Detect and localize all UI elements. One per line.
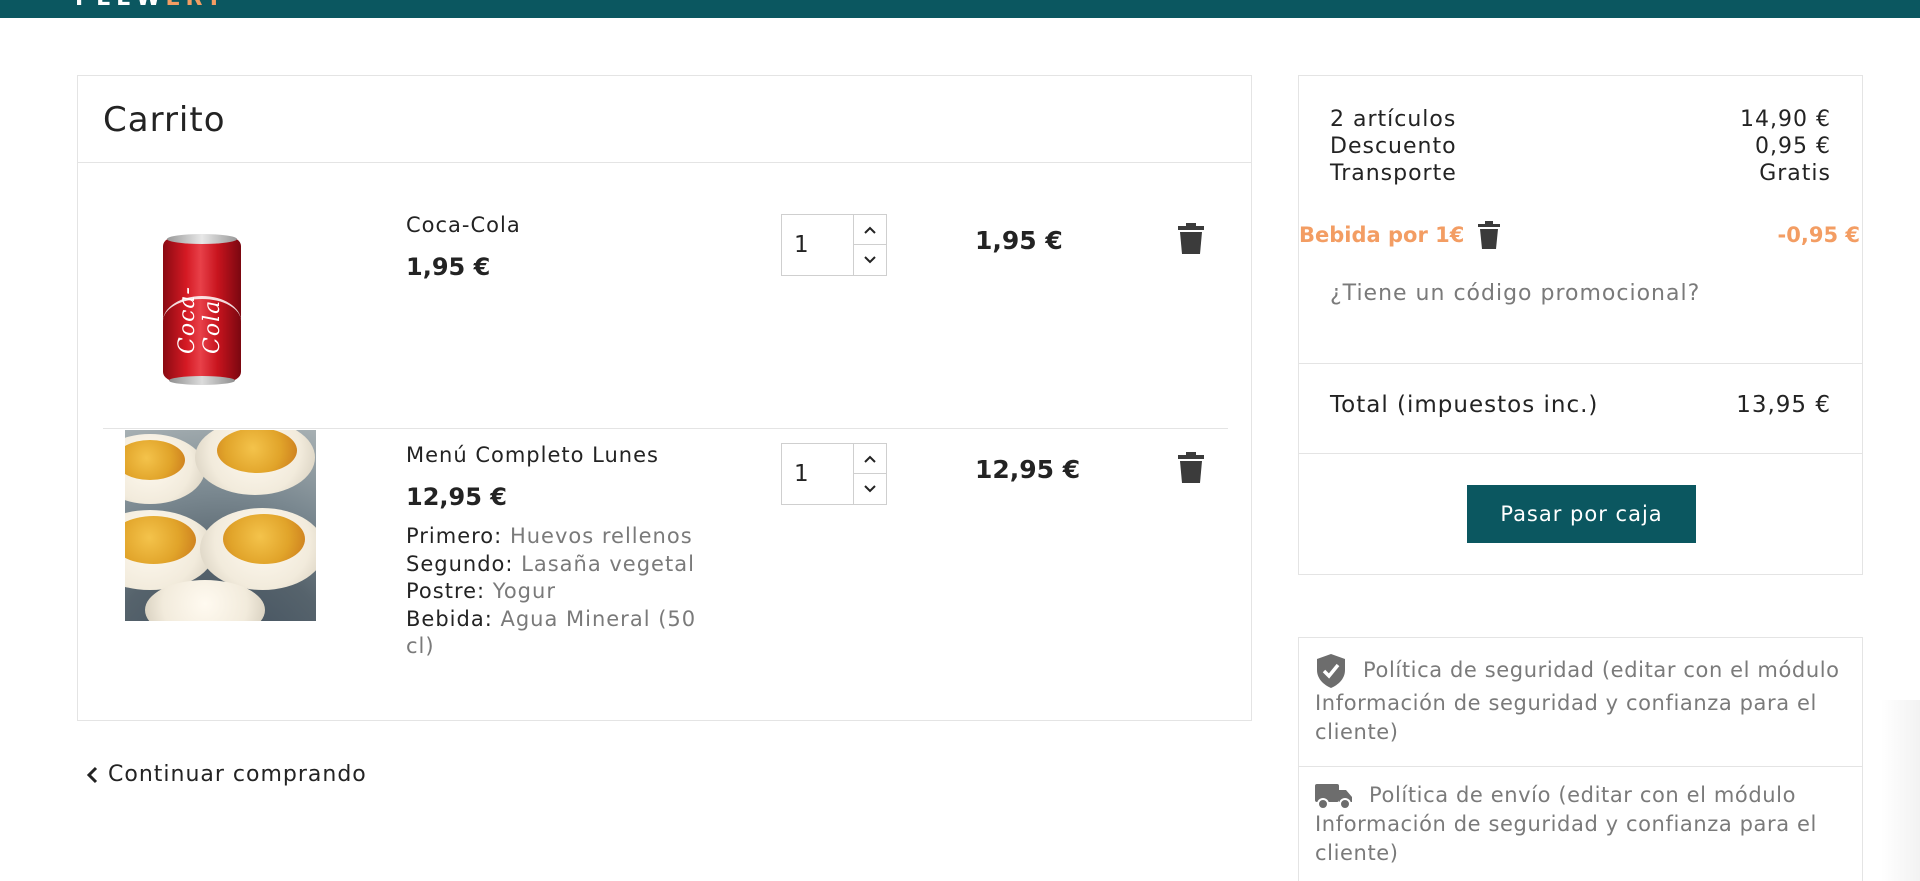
page-edge-shadow bbox=[1880, 700, 1920, 881]
product-image-menu[interactable] bbox=[125, 430, 316, 621]
continue-shopping-link[interactable]: Continuar comprando bbox=[86, 762, 367, 787]
top-header-bar: PEEWERT bbox=[0, 0, 1920, 18]
quantity-input[interactable] bbox=[782, 215, 854, 275]
summary-discount-value: 0,95 € bbox=[1755, 134, 1831, 159]
security-policy-item: Política de seguridad (editar con el mód… bbox=[1315, 653, 1846, 747]
shipping-policy-item: Política de envío (editar con el módulo … bbox=[1315, 783, 1817, 865]
product-image-coca-cola[interactable]: Coca-Cola bbox=[125, 202, 316, 393]
product-attributes: Primero: Huevos rellenos Segundo: Lasaña… bbox=[406, 523, 716, 661]
quantity-stepper[interactable] bbox=[781, 214, 887, 276]
attribute-row: Segundo: Lasaña vegetal bbox=[406, 551, 695, 576]
deviled-eggs-image bbox=[125, 430, 316, 621]
quantity-increase-button[interactable] bbox=[854, 444, 886, 474]
quantity-input[interactable] bbox=[782, 444, 854, 504]
summary-shipping-value: Gratis bbox=[1759, 161, 1831, 186]
continue-shopping-label: Continuar comprando bbox=[108, 762, 367, 787]
voucher-value: -0,95 € bbox=[1777, 223, 1860, 247]
summary-items-row: 2 artículos 14,90 € bbox=[1330, 107, 1831, 132]
voucher-name: Bebida por 1€ bbox=[1299, 223, 1465, 247]
quantity-decrease-button[interactable] bbox=[854, 245, 886, 275]
product-name[interactable]: Coca-Cola bbox=[406, 213, 521, 237]
promo-code-link[interactable]: ¿Tiene un código promocional? bbox=[1330, 281, 1700, 306]
cart-line-item: Menú Completo Lunes 12,95 € Primero: Hue… bbox=[78, 406, 1251, 722]
product-name[interactable]: Menú Completo Lunes bbox=[406, 443, 659, 467]
summary-divider bbox=[1299, 453, 1862, 454]
summary-items-value: 14,90 € bbox=[1740, 107, 1831, 132]
summary-total-value: 13,95 € bbox=[1736, 392, 1831, 418]
summary-discount-label: Descuento bbox=[1330, 134, 1457, 159]
attribute-row: Postre: Yogur bbox=[406, 579, 556, 603]
chevron-down-icon bbox=[864, 256, 876, 264]
cart-title: Carrito bbox=[103, 100, 226, 140]
remove-voucher-trash-icon[interactable] bbox=[1478, 221, 1501, 249]
checkout-button[interactable]: Pasar por caja bbox=[1467, 485, 1696, 543]
truck-icon bbox=[1315, 784, 1352, 810]
cart-panel: Carrito Coca-Cola Coca-Cola 1,95 € 1,95 … bbox=[77, 75, 1252, 721]
logo[interactable]: PEEWERT bbox=[75, 0, 226, 11]
applied-voucher-row: Bebida por 1€ -0,95 € bbox=[1299, 221, 1862, 249]
delete-trash-icon[interactable] bbox=[1178, 223, 1204, 255]
summary-shipping-label: Transporte bbox=[1330, 161, 1457, 186]
coca-cola-can-image: Coca-Cola bbox=[163, 234, 241, 385]
chevron-left-icon bbox=[86, 766, 98, 783]
quantity-decrease-button[interactable] bbox=[854, 474, 886, 504]
shield-check-icon bbox=[1317, 654, 1345, 688]
product-unit-price: 1,95 € bbox=[406, 253, 491, 281]
reassurance-panel: Política de seguridad (editar con el mód… bbox=[1298, 637, 1863, 881]
attribute-row: Bebida: Agua Mineral (50 cl) bbox=[406, 606, 697, 659]
summary-discount-row: Descuento 0,95 € bbox=[1330, 134, 1831, 159]
chevron-up-icon bbox=[864, 226, 876, 234]
line-total: 1,95 € bbox=[975, 226, 1063, 255]
summary-total-label: Total (impuestos inc.) bbox=[1330, 392, 1599, 418]
cart-header: Carrito bbox=[78, 76, 1251, 163]
delete-trash-icon[interactable] bbox=[1178, 452, 1204, 484]
summary-divider bbox=[1299, 363, 1862, 364]
product-unit-price: 12,95 € bbox=[406, 483, 507, 511]
quantity-increase-button[interactable] bbox=[854, 215, 886, 245]
line-total: 12,95 € bbox=[975, 455, 1081, 484]
summary-total-row: Total (impuestos inc.) 13,95 € bbox=[1330, 392, 1831, 418]
chevron-down-icon bbox=[864, 485, 876, 493]
cart-line-item: Coca-Cola Coca-Cola 1,95 € 1,95 € bbox=[78, 164, 1251, 404]
attribute-row: Primero: Huevos rellenos bbox=[406, 524, 693, 548]
chevron-up-icon bbox=[864, 455, 876, 463]
reassurance-divider bbox=[1299, 766, 1862, 767]
cart-summary-panel: 2 artículos 14,90 € Descuento 0,95 € Tra… bbox=[1298, 75, 1863, 575]
summary-shipping-row: Transporte Gratis bbox=[1330, 161, 1831, 186]
quantity-stepper[interactable] bbox=[781, 443, 887, 505]
summary-items-label: 2 artículos bbox=[1330, 107, 1457, 132]
